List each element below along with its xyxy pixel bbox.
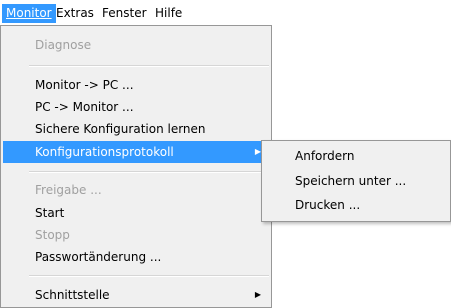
menu-item-stopp-label: Stopp [35, 228, 70, 242]
menu-item-config-protocol[interactable]: Konfigurationsprotokoll ▶ [3, 141, 269, 163]
menu-item-start-label: Start [35, 206, 65, 220]
menu-item-pc-to-monitor-label: PC -> Monitor ... [35, 100, 134, 114]
monitor-dropdown-menu: Diagnose Monitor -> PC ... PC -> Monitor… [0, 25, 272, 308]
menu-item-learn-config-label: Sichere Konfiguration lernen [35, 122, 206, 136]
menu-item-monitor-to-pc-label: Monitor -> PC ... [35, 78, 134, 92]
menu-item-diagnose-label: Diagnose [35, 38, 92, 52]
menu-bar: Monitor Extras Fenster Hilfe [0, 0, 451, 25]
menu-fenster-label: Fenster [102, 6, 147, 20]
menu-item-schnittstelle[interactable]: Schnittstelle ▶ [3, 284, 269, 306]
app-window: Monitor Extras Fenster Hilfe Diagnose Mo… [0, 0, 451, 308]
config-protocol-submenu: Anfordern Speichern unter ... Drucken ..… [261, 140, 451, 222]
submenu-item-anfordern[interactable]: Anfordern [264, 145, 448, 167]
submenu-item-drucken[interactable]: Drucken ... [264, 194, 448, 216]
submenu-item-speichern-unter[interactable]: Speichern unter ... [264, 170, 448, 192]
menu-item-password-change[interactable]: Passwortänderung ... [3, 246, 269, 268]
menu-extras[interactable]: Extras [52, 4, 98, 23]
menu-separator [29, 275, 269, 277]
menu-item-pc-to-monitor[interactable]: PC -> Monitor ... [3, 96, 269, 118]
menu-hilfe-label: Hilfe [155, 6, 183, 20]
menu-extras-label: Extras [56, 6, 94, 20]
submenu-item-drucken-label: Drucken ... [295, 198, 361, 212]
menu-monitor[interactable]: Monitor [2, 4, 56, 23]
menu-separator [29, 65, 269, 67]
submenu-arrow-icon: ▶ [254, 290, 261, 299]
menu-hilfe[interactable]: Hilfe [151, 4, 186, 23]
menu-item-freigabe: Freigabe ... [3, 179, 269, 201]
menu-item-diagnose: Diagnose [3, 34, 269, 56]
menu-item-schnittstelle-label: Schnittstelle [35, 288, 110, 302]
menu-fenster[interactable]: Fenster [98, 4, 151, 23]
menu-item-stopp: Stopp [3, 224, 269, 246]
menu-item-password-change-label: Passwortänderung ... [35, 250, 162, 264]
menu-item-learn-config[interactable]: Sichere Konfiguration lernen [3, 118, 269, 140]
menu-item-start[interactable]: Start [3, 202, 269, 224]
menu-monitor-label: Monitor [6, 6, 52, 20]
submenu-item-anfordern-label: Anfordern [295, 149, 355, 163]
menu-item-config-protocol-label: Konfigurationsprotokoll [35, 145, 174, 159]
submenu-item-speichern-unter-label: Speichern unter ... [295, 174, 407, 188]
menu-item-monitor-to-pc[interactable]: Monitor -> PC ... [3, 74, 269, 96]
menu-item-freigabe-label: Freigabe ... [35, 183, 102, 197]
menu-separator [29, 171, 269, 173]
